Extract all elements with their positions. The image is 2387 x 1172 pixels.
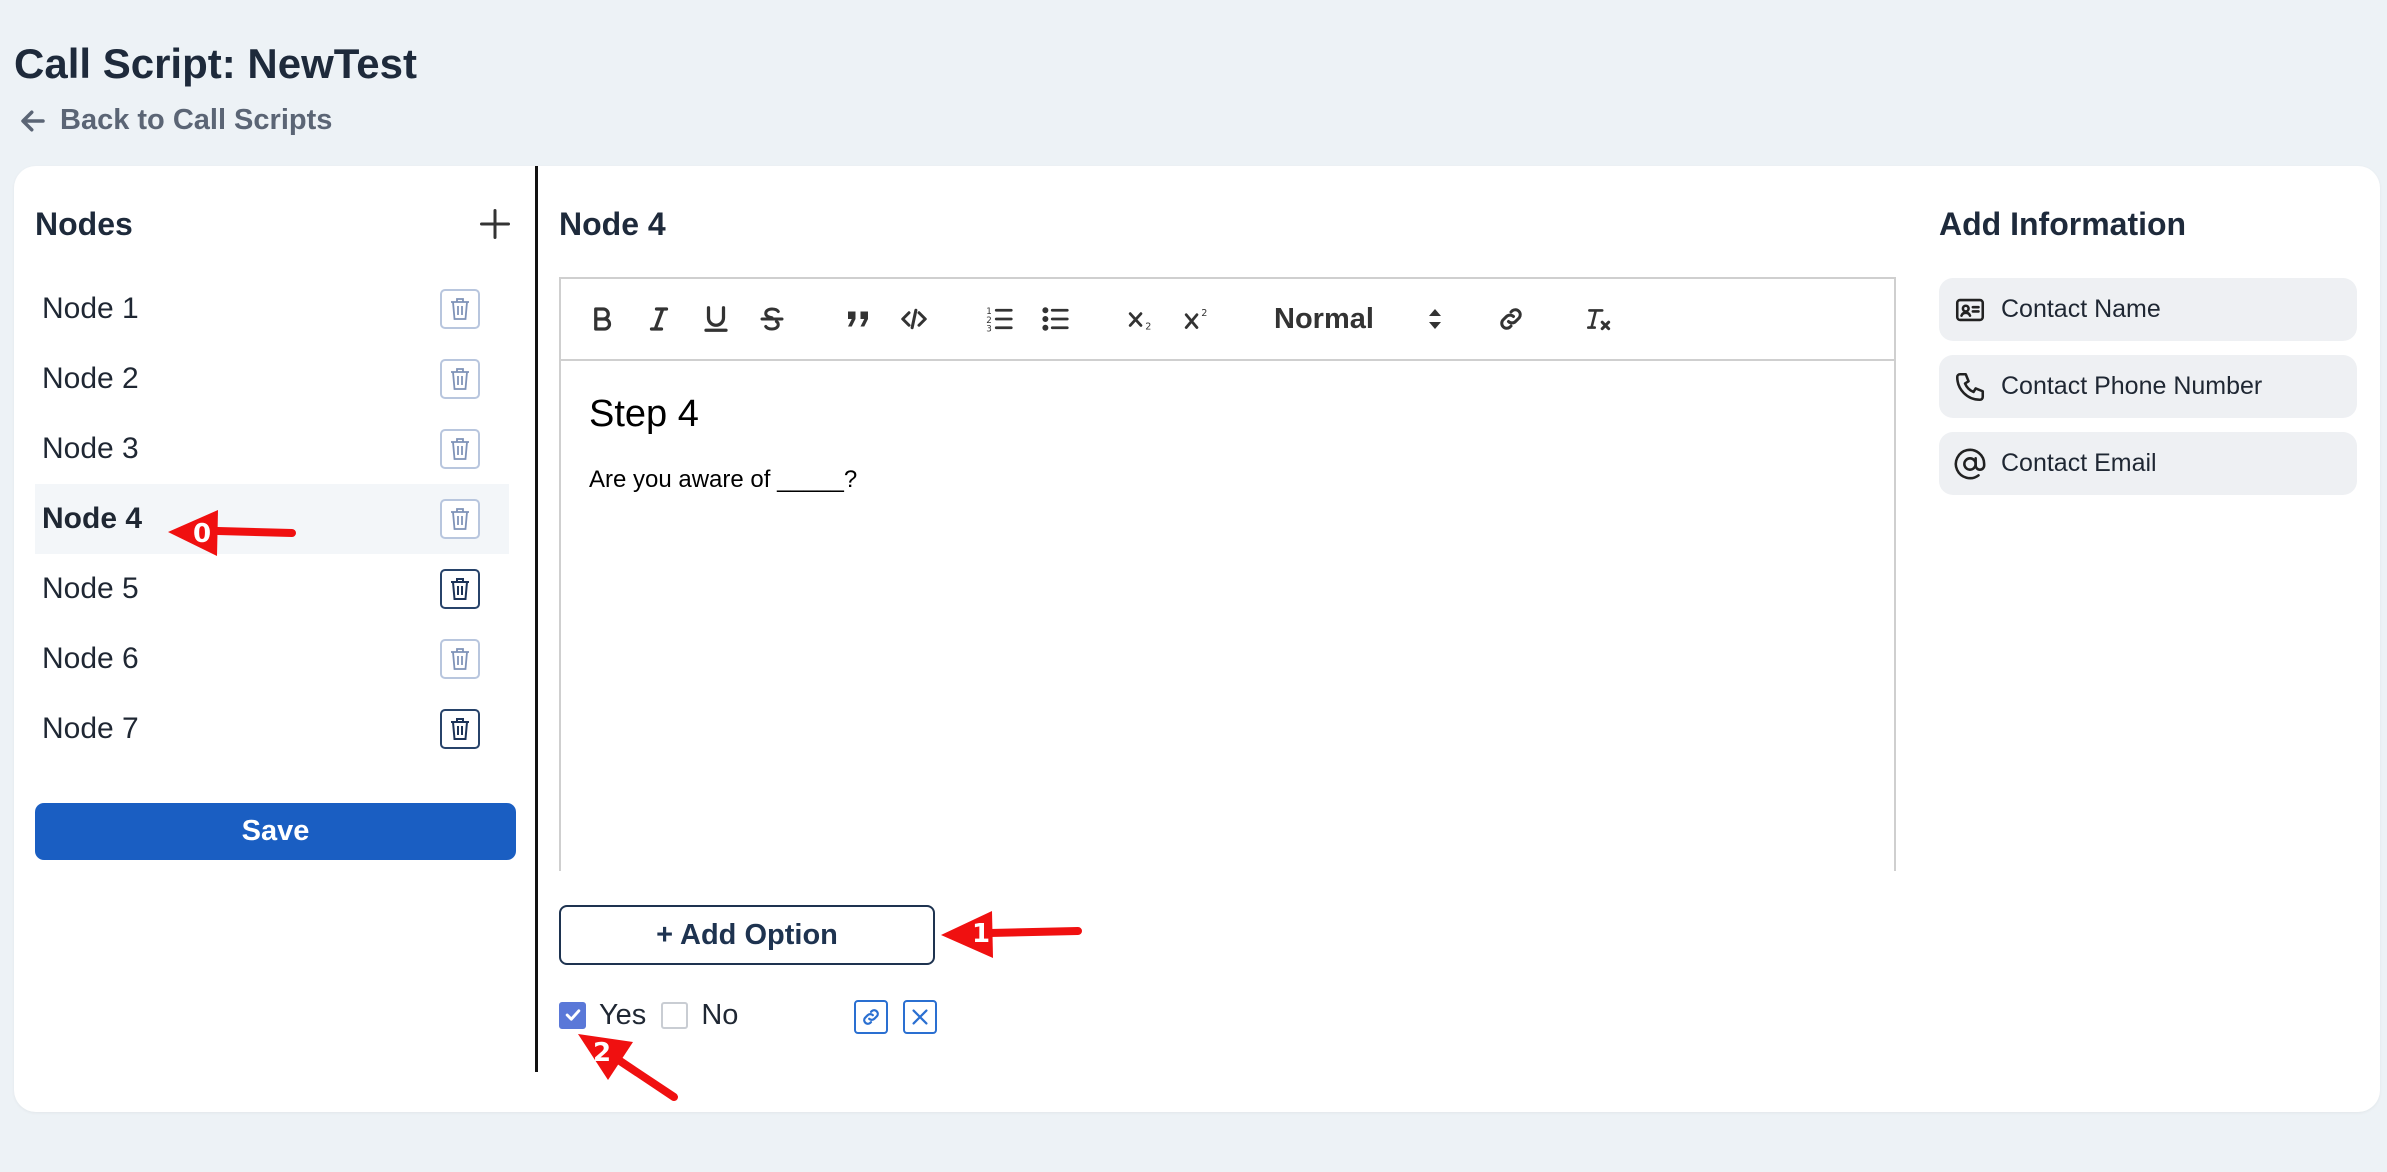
link-icon[interactable] — [1496, 299, 1526, 339]
blockquote-icon[interactable] — [843, 299, 873, 339]
content-heading: Step 4 — [589, 393, 699, 435]
heading-format-select[interactable]: Normal — [1274, 299, 1444, 339]
insert-contact-email-button[interactable]: Contact Email — [1939, 432, 2357, 495]
nodes-panel-title: Nodes — [35, 206, 133, 242]
bold-icon[interactable] — [587, 299, 617, 339]
node-item-2[interactable]: Node 2 — [35, 344, 509, 414]
code-block-icon[interactable] — [899, 299, 929, 339]
delete-node-button[interactable] — [440, 499, 480, 539]
node-item-6[interactable]: Node 6 — [35, 624, 509, 694]
select-arrows-icon — [1429, 309, 1441, 329]
editor-toolbar: 123 2 2 Normal — [561, 279, 1894, 361]
node-list: Node 1 Node 2 Node 3 Node 4 Node 5 Node … — [35, 274, 509, 764]
strikethrough-icon[interactable] — [757, 299, 787, 339]
clear-format-icon[interactable] — [1582, 299, 1616, 339]
node-label: Node 5 — [42, 572, 139, 605]
trash-icon — [451, 578, 469, 600]
delete-node-button[interactable] — [440, 709, 480, 749]
bullet-list-icon[interactable] — [1041, 299, 1071, 339]
panel-divider — [535, 166, 538, 1072]
check-icon — [565, 1009, 580, 1021]
editor-title: Node 4 — [559, 206, 666, 242]
node-label: Node 3 — [42, 432, 139, 465]
node-item-4[interactable]: Node 4 — [35, 484, 509, 554]
svg-text:2: 2 — [1145, 322, 1151, 333]
link-option-button[interactable] — [854, 1000, 888, 1034]
underline-icon[interactable] — [701, 299, 731, 339]
rich-text-editor: 123 2 2 Normal Step 4 Are you aware of _… — [559, 277, 1896, 871]
superscript-icon[interactable]: 2 — [1180, 299, 1216, 339]
at-sign-icon — [1954, 448, 1986, 479]
plus-icon[interactable] — [477, 206, 513, 242]
node-label: Node 2 — [42, 362, 139, 395]
trash-icon — [451, 298, 469, 320]
trash-icon — [451, 648, 469, 670]
script-editor-card: Nodes Node 1 Node 2 Node 3 Node 4 Node 5… — [14, 166, 2380, 1112]
info-item-label: Contact Email — [2001, 449, 2157, 477]
subscript-icon[interactable]: 2 — [1124, 299, 1160, 339]
svg-text:3: 3 — [986, 325, 992, 335]
node-label: Node 7 — [42, 712, 139, 745]
node-label: Node 1 — [42, 292, 139, 325]
option-row: Yes No — [559, 998, 753, 1031]
trash-icon — [451, 718, 469, 740]
link-icon — [863, 1009, 879, 1025]
back-link-label: Back to Call Scripts — [60, 104, 333, 136]
insert-contact-name-button[interactable]: Contact Name — [1939, 278, 2357, 341]
node-item-7[interactable]: Node 7 — [35, 694, 509, 764]
node-label: Node 6 — [42, 642, 139, 675]
close-icon — [912, 1009, 928, 1025]
delete-node-button[interactable] — [440, 429, 480, 469]
add-information-title: Add Information — [1939, 206, 2187, 242]
node-item-1[interactable]: Node 1 — [35, 274, 509, 344]
node-item-3[interactable]: Node 3 — [35, 414, 509, 484]
delete-node-button[interactable] — [440, 359, 480, 399]
delete-node-button[interactable] — [440, 639, 480, 679]
remove-option-button[interactable] — [903, 1000, 937, 1034]
insert-contact-phone-button[interactable]: Contact Phone Number — [1939, 355, 2357, 418]
add-option-button[interactable]: + Add Option — [559, 905, 935, 965]
option-no-label: No — [701, 998, 739, 1031]
back-to-call-scripts-link[interactable]: Back to Call Scripts — [18, 104, 332, 137]
option-yes-checkbox[interactable] — [559, 1001, 586, 1029]
option-yes-label: Yes — [599, 998, 647, 1031]
option-no-checkbox[interactable] — [661, 1001, 689, 1029]
trash-icon — [451, 368, 469, 390]
delete-node-button[interactable] — [440, 289, 480, 329]
ordered-list-icon[interactable]: 123 — [985, 299, 1015, 339]
heading-select-value: Normal — [1274, 302, 1374, 335]
node-label: Node 4 — [42, 502, 143, 535]
editor-content[interactable]: Step 4 Are you aware of _____? — [561, 361, 1894, 526]
trash-icon — [451, 438, 469, 460]
info-item-label: Contact Name — [2001, 295, 2161, 323]
node-item-5[interactable]: Node 5 — [35, 554, 509, 624]
page-title: Call Script: NewTest — [14, 40, 417, 87]
contact-card-icon — [1955, 298, 1985, 321]
italic-icon[interactable] — [644, 299, 674, 339]
arrow-left-icon — [21, 110, 45, 131]
trash-icon — [451, 508, 469, 530]
delete-node-button[interactable] — [440, 569, 480, 609]
svg-text:2: 2 — [1201, 308, 1207, 319]
save-button[interactable]: Save — [35, 803, 516, 860]
phone-icon — [1955, 372, 1985, 401]
content-body: Are you aware of _____? — [589, 466, 858, 493]
info-item-label: Contact Phone Number — [2001, 372, 2263, 400]
